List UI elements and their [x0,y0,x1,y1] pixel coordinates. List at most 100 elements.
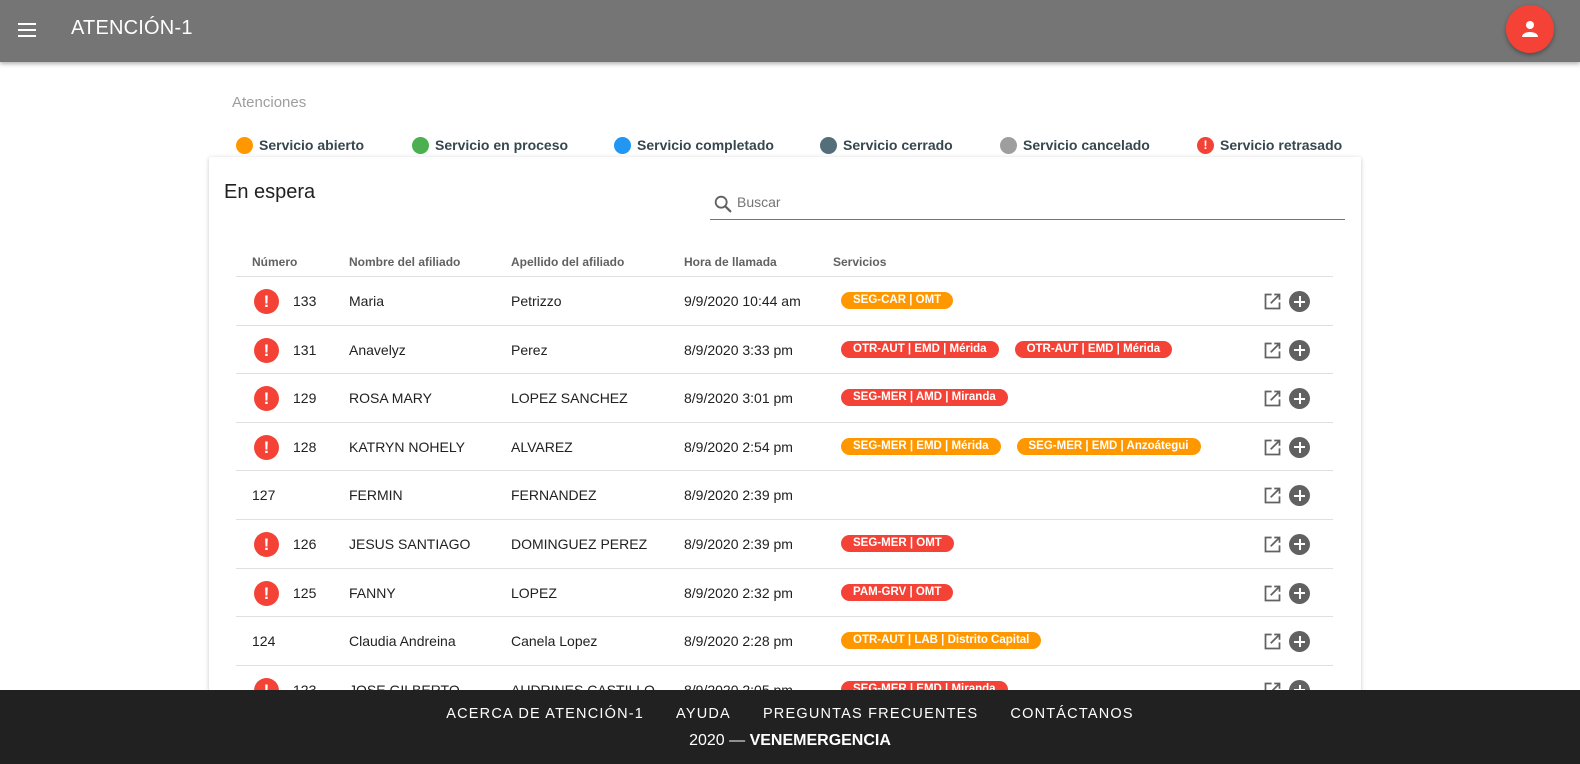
status-dot-icon [614,136,631,154]
column-header-servicios[interactable]: Servicios [833,255,886,269]
table-row[interactable]: 131 Anavelyz Perez 8/9/2020 3:33 pm OTR-AUT … [236,326,1333,375]
column-header-hora[interactable]: Hora de llamada [684,255,777,269]
cell-apellido: DOMINGUEZ PEREZ [511,535,648,552]
add-circle-icon[interactable] [1289,533,1310,555]
cell-apellido: ALVAREZ [511,438,573,455]
open-in-new-icon[interactable] [1262,583,1283,604]
service-chip[interactable]: SEG-MER | EMD | Anzoátegui [1016,437,1201,455]
add-circle-icon[interactable] [1289,291,1310,312]
add-circle-icon[interactable] [1289,582,1310,604]
open-in-new-icon[interactable] [1262,388,1283,409]
cell-apellido: FERNANDEZ [511,487,597,504]
services-chips: SEG-MER | OMT [841,534,970,552]
column-header-nombre[interactable]: Nombre del afiliado [349,255,460,269]
add-circle-icon[interactable] [1289,631,1310,653]
app-bar: ATENCIÓN-1 [0,0,1580,62]
table-row[interactable]: 124 Claudia Andreina Canela Lopez 8/9/2020 … [236,617,1333,666]
add-circle-icon[interactable] [1289,388,1310,410]
search-input[interactable] [737,190,1337,214]
cell-nombre: Maria [349,293,385,309]
service-chip[interactable]: PAM-GRV | OMT [841,583,954,601]
services-chips: SEG-MER | AMD | Miranda [841,389,1024,407]
cell-hora: 8/9/2020 2:32 pm [684,584,793,601]
account-icon [1522,21,1538,37]
alert-icon [254,386,279,412]
footer-brand: VENEMERGENCIA [749,732,891,749]
service-chip[interactable]: OTR-AUT | LAB | Distrito Capital [841,632,1042,650]
status-legend: Servicio abierto Servicio en proceso Servi… [0,135,1580,155]
cell-numero: 129 [293,390,317,407]
column-header-apellido[interactable]: Apellido del afiliado [511,255,624,269]
service-chip[interactable]: OTR-AUT | EMD | Mérida [841,340,999,358]
service-chip[interactable]: SEG-CAR | OMT [841,292,954,309]
cell-hora: 8/9/2020 2:39 pm [684,487,793,504]
cell-apellido: Perez [511,341,548,358]
table-row[interactable]: 126 JESUS SANTIAGO DOMINGUEZ PEREZ 8/9/2020… [236,520,1333,569]
cell-apellido: Petrizzo [511,293,562,309]
account-button[interactable] [1506,5,1554,53]
waiting-table: Número Nombre del afiliado Apellido del … [236,245,1333,715]
cell-nombre: JESUS SANTIAGO [349,535,471,552]
legend-label: Servicio retrasado [1220,137,1343,153]
card-title: En espera [224,181,316,203]
cell-apellido: Canela Lopez [511,633,598,650]
add-circle-icon[interactable] [1289,485,1310,507]
footer-copyright: 2020 — VENEMERGENCIA [0,732,1580,750]
service-chip[interactable]: OTR-AUT | EMD | Mérida [1014,340,1173,358]
alert-icon [1197,136,1214,154]
menu-icon[interactable] [14,17,40,43]
search-field [710,185,1345,220]
section-label: Atenciones [232,94,307,111]
table-body: 133 Maria Petrizzo 9/9/2020 10:44 am SEG-CAR… [236,277,1333,715]
cell-apellido: LOPEZ [511,584,557,601]
status-dot-icon [1000,136,1017,154]
add-circle-icon[interactable] [1289,436,1310,458]
footer-year: 2020 — [689,732,746,749]
legend-item: Servicio completado [614,135,774,155]
cell-nombre: KATRYN NOHELY [349,438,465,455]
footer-link-faq[interactable]: PREGUNTAS FRECUENTES [763,706,978,722]
open-in-new-icon[interactable] [1262,485,1283,506]
cell-numero: 124 [252,633,276,650]
legend-label: Servicio abierto [259,137,365,153]
footer-link-help[interactable]: AYUDA [676,706,731,722]
cell-hora: 8/9/2020 2:28 pm [684,633,793,650]
cell-nombre: FANNY [349,584,396,601]
open-in-new-icon[interactable] [1262,291,1283,312]
alert-icon [254,531,279,557]
column-header-numero[interactable]: Número [252,255,297,269]
services-chips: PAM-GRV | OMT [841,583,969,601]
open-in-new-icon[interactable] [1262,437,1283,458]
cell-nombre: ROSA MARY [349,390,432,407]
cell-nombre: Anavelyz [349,341,406,358]
table-row[interactable]: 127 FERMIN FERNANDEZ 8/9/2020 2:39 pm [236,471,1333,520]
legend-label: Servicio completado [637,137,774,153]
cell-nombre: FERMIN [349,487,403,504]
legend-label: Servicio cancelado [1023,137,1150,153]
alert-icon [254,580,279,606]
waiting-card: En espera Número Nombre del afiliado Ape… [209,157,1361,717]
legend-item: Servicio en proceso [412,135,568,155]
cell-hora: 8/9/2020 3:01 pm [684,390,793,407]
table-row[interactable]: 125 FANNY LOPEZ 8/9/2020 2:32 pm PAM-GRV | O… [236,569,1333,618]
open-in-new-icon[interactable] [1262,534,1283,555]
legend-item: Servicio cerrado [820,135,953,155]
table-row[interactable]: 133 Maria Petrizzo 9/9/2020 10:44 am SEG-CAR… [236,277,1333,326]
open-in-new-icon[interactable] [1262,340,1283,361]
table-header: Número Nombre del afiliado Apellido del … [236,245,1333,277]
table-row[interactable]: 129 ROSA MARY LOPEZ SANCHEZ 8/9/2020 3:01 p… [236,374,1333,423]
footer-link-contact[interactable]: CONTÁCTANOS [1010,706,1133,722]
cell-apellido: LOPEZ SANCHEZ [511,390,628,407]
footer-link-about[interactable]: ACERCA DE ATENCIÓN-1 [446,706,644,722]
cell-numero: 126 [293,535,317,552]
open-in-new-icon[interactable] [1262,631,1283,652]
add-circle-icon[interactable] [1289,339,1310,361]
alert-icon [254,289,279,314]
table-row[interactable]: 128 KATRYN NOHELY ALVAREZ 8/9/2020 2:54 pm S… [236,423,1333,472]
status-dot-icon [820,136,837,154]
service-chip[interactable]: SEG-MER | AMD | Miranda [841,389,1008,407]
service-chip[interactable]: SEG-MER | OMT [841,534,954,552]
cell-hora: 8/9/2020 2:54 pm [684,438,793,455]
cell-numero: 131 [293,341,317,358]
service-chip[interactable]: SEG-MER | EMD | Mérida [841,437,1001,455]
